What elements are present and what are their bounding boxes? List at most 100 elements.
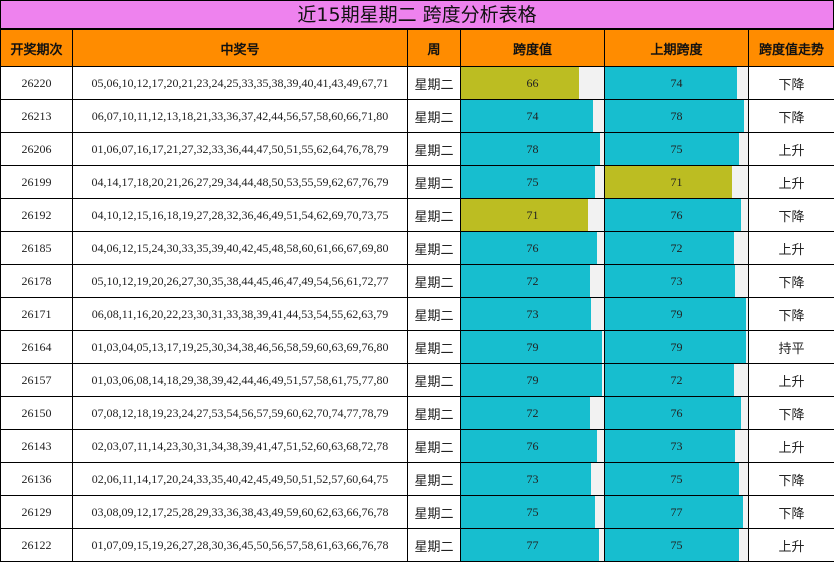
prev-span-cell-value: 75 xyxy=(671,472,683,486)
numbers-cell: 06,07,10,11,12,13,18,21,33,36,37,42,44,5… xyxy=(73,100,408,133)
table-row: 2617805,10,12,19,20,26,27,30,35,38,44,45… xyxy=(1,265,834,298)
span-cell: 75 xyxy=(461,166,605,199)
span-cell: 79 xyxy=(461,331,605,364)
span-cell-value: 79 xyxy=(527,340,539,354)
span-cell-value: 76 xyxy=(527,439,539,453)
week-cell: 星期二 xyxy=(408,529,461,562)
prev-span-cell-value: 73 xyxy=(671,439,683,453)
numbers-cell: 04,10,12,15,16,18,19,27,28,32,36,46,49,5… xyxy=(73,199,408,232)
span-cell: 79 xyxy=(461,364,605,397)
prev-span-cell-value: 78 xyxy=(671,109,683,123)
span-cell-value: 76 xyxy=(527,241,539,255)
span-cell-bar xyxy=(461,67,579,99)
header-row: 开奖期次 中奖号 周 跨度值 上期跨度 跨度值走势 xyxy=(1,30,834,67)
numbers-cell: 04,06,12,15,24,30,33,35,39,40,42,45,48,5… xyxy=(73,232,408,265)
period-cell: 26150 xyxy=(1,397,73,430)
table-row: 2620601,06,07,16,17,21,27,32,33,36,44,47… xyxy=(1,133,834,166)
header-prev-span: 上期跨度 xyxy=(605,30,749,67)
trend-cell: 上升 xyxy=(749,166,834,199)
span-cell-value: 73 xyxy=(527,472,539,486)
prev-span-cell-value: 71 xyxy=(671,175,683,189)
span-cell: 78 xyxy=(461,133,605,166)
week-cell: 星期二 xyxy=(408,232,461,265)
period-cell: 26171 xyxy=(1,298,73,331)
span-cell: 66 xyxy=(461,67,605,100)
span-cell-value: 73 xyxy=(527,307,539,321)
span-cell-value: 66 xyxy=(527,76,539,90)
prev-span-cell: 73 xyxy=(605,430,749,463)
table-row: 2615007,08,12,18,19,23,24,27,53,54,56,57… xyxy=(1,397,834,430)
trend-cell: 下降 xyxy=(749,298,834,331)
trend-cell: 下降 xyxy=(749,397,834,430)
header-period: 开奖期次 xyxy=(1,30,73,67)
span-cell-value: 72 xyxy=(527,406,539,420)
span-cell: 74 xyxy=(461,100,605,133)
week-cell: 星期二 xyxy=(408,298,461,331)
period-cell: 26213 xyxy=(1,100,73,133)
table-title: 近15期星期二 跨度分析表格 xyxy=(0,0,834,29)
numbers-cell: 05,10,12,19,20,26,27,30,35,38,44,45,46,4… xyxy=(73,265,408,298)
span-cell-value: 77 xyxy=(527,538,539,552)
prev-span-cell-value: 76 xyxy=(671,406,683,420)
table-row: 2617106,08,11,16,20,22,23,30,31,33,38,39… xyxy=(1,298,834,331)
prev-span-cell-value: 73 xyxy=(671,274,683,288)
trend-cell: 上升 xyxy=(749,133,834,166)
span-cell-bar xyxy=(461,199,588,231)
prev-span-cell: 75 xyxy=(605,133,749,166)
week-cell: 星期二 xyxy=(408,199,461,232)
prev-span-cell: 75 xyxy=(605,529,749,562)
numbers-cell: 05,06,10,12,17,20,21,23,24,25,33,35,38,3… xyxy=(73,67,408,100)
span-cell-value: 71 xyxy=(527,208,539,222)
span-cell: 72 xyxy=(461,265,605,298)
span-cell: 76 xyxy=(461,232,605,265)
prev-span-cell: 76 xyxy=(605,199,749,232)
period-cell: 26143 xyxy=(1,430,73,463)
prev-span-cell-bar xyxy=(605,232,734,264)
prev-span-cell-value: 79 xyxy=(671,307,683,321)
span-cell-bar xyxy=(461,397,590,429)
span-cell: 73 xyxy=(461,298,605,331)
numbers-cell: 03,08,09,12,17,25,28,29,33,36,38,43,49,5… xyxy=(73,496,408,529)
numbers-cell: 02,06,11,14,17,20,24,33,35,40,42,45,49,5… xyxy=(73,463,408,496)
span-cell-value: 74 xyxy=(527,109,539,123)
table-body: 2622005,06,10,12,17,20,21,23,24,25,33,35… xyxy=(1,67,834,562)
table-row: 2614302,03,07,11,14,23,30,31,34,38,39,41… xyxy=(1,430,834,463)
prev-span-cell: 74 xyxy=(605,67,749,100)
trend-cell: 上升 xyxy=(749,430,834,463)
period-cell: 26122 xyxy=(1,529,73,562)
trend-cell: 下降 xyxy=(749,463,834,496)
period-cell: 26178 xyxy=(1,265,73,298)
prev-span-cell: 71 xyxy=(605,166,749,199)
week-cell: 星期二 xyxy=(408,430,461,463)
period-cell: 26206 xyxy=(1,133,73,166)
numbers-cell: 07,08,12,18,19,23,24,27,53,54,56,57,59,6… xyxy=(73,397,408,430)
span-cell-value: 79 xyxy=(527,373,539,387)
period-cell: 26192 xyxy=(1,199,73,232)
span-cell: 76 xyxy=(461,430,605,463)
period-cell: 26199 xyxy=(1,166,73,199)
prev-span-cell: 73 xyxy=(605,265,749,298)
week-cell: 星期二 xyxy=(408,133,461,166)
prev-span-cell: 76 xyxy=(605,397,749,430)
period-cell: 26220 xyxy=(1,67,73,100)
prev-span-cell-value: 74 xyxy=(671,76,683,90)
week-cell: 星期二 xyxy=(408,463,461,496)
trend-cell: 下降 xyxy=(749,100,834,133)
week-cell: 星期二 xyxy=(408,67,461,100)
week-cell: 星期二 xyxy=(408,397,461,430)
prev-span-cell: 79 xyxy=(605,331,749,364)
prev-span-cell-bar xyxy=(605,166,732,198)
prev-span-cell: 79 xyxy=(605,298,749,331)
period-cell: 26136 xyxy=(1,463,73,496)
week-cell: 星期二 xyxy=(408,331,461,364)
prev-span-cell-value: 75 xyxy=(671,538,683,552)
prev-span-cell: 72 xyxy=(605,364,749,397)
span-cell-value: 72 xyxy=(527,274,539,288)
table-row: 2613602,06,11,14,17,20,24,33,35,40,42,45… xyxy=(1,463,834,496)
prev-span-cell-value: 79 xyxy=(671,340,683,354)
prev-span-cell-value: 77 xyxy=(671,505,683,519)
span-cell-value: 78 xyxy=(527,142,539,156)
span-cell: 71 xyxy=(461,199,605,232)
prev-span-cell: 75 xyxy=(605,463,749,496)
span-cell-bar xyxy=(461,265,590,297)
